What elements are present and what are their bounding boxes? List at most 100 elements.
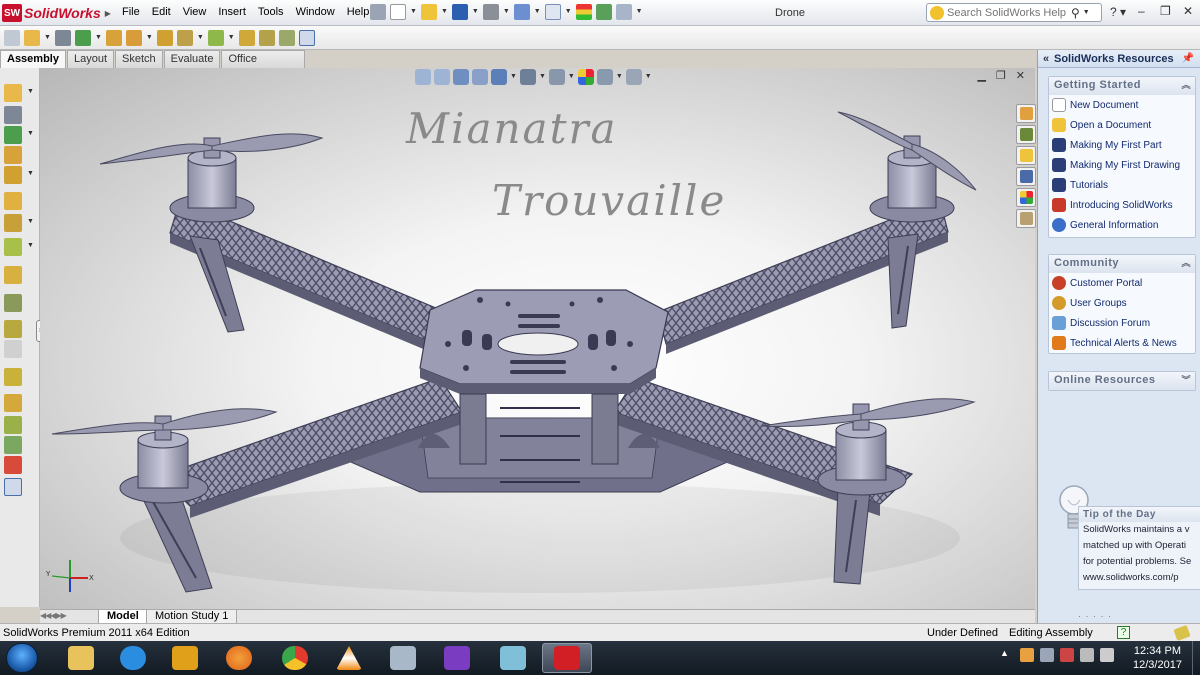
interference-icon[interactable] <box>4 368 22 386</box>
mate-icon[interactable] <box>4 106 22 124</box>
save-icon[interactable] <box>451 4 468 20</box>
file-explorer-tab[interactable] <box>1016 146 1036 165</box>
first-part-link[interactable]: Making My First Part <box>1049 135 1195 155</box>
tutorials-link[interactable]: Tutorials <box>1049 175 1195 195</box>
insert-components-icon[interactable] <box>4 30 20 46</box>
instant3d-icon[interactable] <box>4 478 22 496</box>
help-icon[interactable]: ? ▾ <box>1110 5 1126 19</box>
pin-icon[interactable] <box>370 4 386 20</box>
pin-panel-icon[interactable]: 📌 <box>1182 53 1194 64</box>
taskbar-visual-studio[interactable] <box>432 643 482 673</box>
explode-icon[interactable] <box>4 320 22 338</box>
new-document-link[interactable]: New Document <box>1049 95 1195 115</box>
rebuild-icon[interactable] <box>575 4 592 20</box>
file-properties-icon[interactable] <box>595 4 612 20</box>
tab-motion-study-1[interactable]: Motion Study 1 <box>146 610 238 624</box>
clearance-icon[interactable] <box>4 394 22 412</box>
solidworks-logo[interactable]: SW SolidWorks ▶ <box>2 3 111 23</box>
graphics-area[interactable]: ▼ ▼ ▼ ▼ ▼ ▁ ❐ ✕ Mianatra Trouvaille Y X <box>40 68 1035 609</box>
options-icon[interactable] <box>615 4 632 20</box>
minimize-icon[interactable]: – <box>1138 4 1145 18</box>
group-header[interactable]: Online Resources ︾ <box>1049 372 1195 390</box>
network-icon[interactable] <box>1080 648 1094 662</box>
open-document-link[interactable]: Open a Document <box>1049 115 1195 135</box>
show-desktop-button[interactable] <box>1192 641 1200 675</box>
search-options-icon[interactable]: ▼ <box>1083 5 1090 21</box>
design-library-tab[interactable] <box>1016 125 1036 144</box>
menu-tools[interactable]: Tools <box>252 6 290 18</box>
group-header[interactable]: Getting Started ︽ <box>1049 77 1195 95</box>
tags-icon[interactable] <box>1173 624 1191 642</box>
clock[interactable]: 12:34 PM 12/3/2017 <box>1133 644 1182 672</box>
taskbar-file-explorer[interactable] <box>56 643 106 673</box>
customer-portal-link[interactable]: Customer Portal <box>1049 273 1195 293</box>
tab-evaluate[interactable]: Evaluate <box>163 50 221 68</box>
menu-insert[interactable]: Insert <box>212 6 252 18</box>
appearances-tab[interactable] <box>1016 188 1036 207</box>
collapse-icon[interactable]: ︽ <box>1181 255 1191 273</box>
rebuild-status-icon[interactable]: ? <box>1117 626 1130 639</box>
resources-resize-grip[interactable]: · · · · · <box>1078 611 1112 621</box>
expand-icon[interactable]: ︾ <box>1181 372 1191 390</box>
fastener-icon[interactable] <box>4 146 22 164</box>
cloud-icon[interactable] <box>1040 648 1054 662</box>
move-component-icon[interactable] <box>125 30 142 46</box>
view-palette-tab[interactable] <box>1016 167 1036 186</box>
motion-study-icon[interactable] <box>4 266 22 284</box>
help-search-input[interactable] <box>947 6 1067 19</box>
taskbar-media-player[interactable] <box>160 643 210 673</box>
taskbar-calculator[interactable] <box>378 643 428 673</box>
linear-pattern-icon[interactable] <box>74 30 91 46</box>
hole-alignment-icon[interactable] <box>4 416 22 434</box>
new-motion-study-icon[interactable] <box>238 30 255 46</box>
performance-icon[interactable] <box>4 456 22 474</box>
select-icon[interactable] <box>544 4 561 20</box>
mate-icon[interactable] <box>54 30 71 46</box>
collapse-panel-icon[interactable]: « <box>1038 53 1054 65</box>
user-groups-link[interactable]: User Groups <box>1049 293 1195 313</box>
menu-view[interactable]: View <box>177 6 213 18</box>
restore-icon[interactable]: ❐ <box>1160 4 1171 18</box>
tab-layout[interactable]: Layout <box>66 50 115 68</box>
taskbar-sketch-app[interactable] <box>488 643 538 673</box>
new-part-icon[interactable] <box>24 30 40 46</box>
tab-assembly[interactable]: Assembly <box>0 50 66 68</box>
taskbar-firefox[interactable] <box>214 643 264 673</box>
flag-icon[interactable] <box>1060 648 1074 662</box>
reference-geometry-icon[interactable] <box>207 30 224 46</box>
collapse-icon[interactable]: ︽ <box>1181 77 1191 95</box>
tip-line[interactable]: www.solidworks.com/p <box>1079 570 1200 586</box>
search-icon[interactable]: ⚲ <box>1071 6 1080 20</box>
bom-icon[interactable] <box>4 294 22 312</box>
group-header[interactable]: Community ︽ <box>1049 255 1195 273</box>
taskbar-solidworks[interactable] <box>542 643 592 673</box>
assembly-feature-icon[interactable] <box>4 214 22 232</box>
menu-window[interactable]: Window <box>290 6 341 18</box>
assembly-visualization-icon[interactable] <box>4 436 22 454</box>
print-icon[interactable] <box>482 4 499 20</box>
taskbar-chrome[interactable] <box>270 643 320 673</box>
tab-office-products[interactable]: Office Products <box>221 50 305 81</box>
move-icon[interactable] <box>4 166 22 184</box>
menu-file[interactable]: File <box>116 6 146 18</box>
reference-geometry-icon[interactable] <box>4 238 22 256</box>
menu-edit[interactable]: Edit <box>146 6 177 18</box>
tab-model[interactable]: Model <box>98 610 148 624</box>
smart-fasteners-icon[interactable] <box>105 30 122 46</box>
resources-tab[interactable] <box>1016 104 1036 123</box>
tab-sketch[interactable]: Sketch <box>115 50 163 68</box>
custom-properties-tab[interactable] <box>1016 209 1036 228</box>
pattern-icon[interactable] <box>4 126 22 144</box>
discussion-forum-link[interactable]: Discussion Forum <box>1049 313 1195 333</box>
introducing-solidworks-link[interactable]: Introducing SolidWorks <box>1049 195 1195 215</box>
volume-icon[interactable] <box>1100 648 1114 662</box>
tray-app-icon[interactable] <box>1020 648 1034 662</box>
open-folder-icon[interactable] <box>420 4 437 20</box>
first-drawing-link[interactable]: Making My First Drawing <box>1049 155 1195 175</box>
instant3d-icon[interactable] <box>298 30 315 46</box>
new-document-icon[interactable] <box>390 4 406 20</box>
assembly-features-icon[interactable] <box>176 30 193 46</box>
exploded-view-icon[interactable] <box>278 30 295 46</box>
start-button[interactable] <box>6 643 38 673</box>
tray-expand-icon[interactable]: ▲ <box>1000 648 1014 662</box>
